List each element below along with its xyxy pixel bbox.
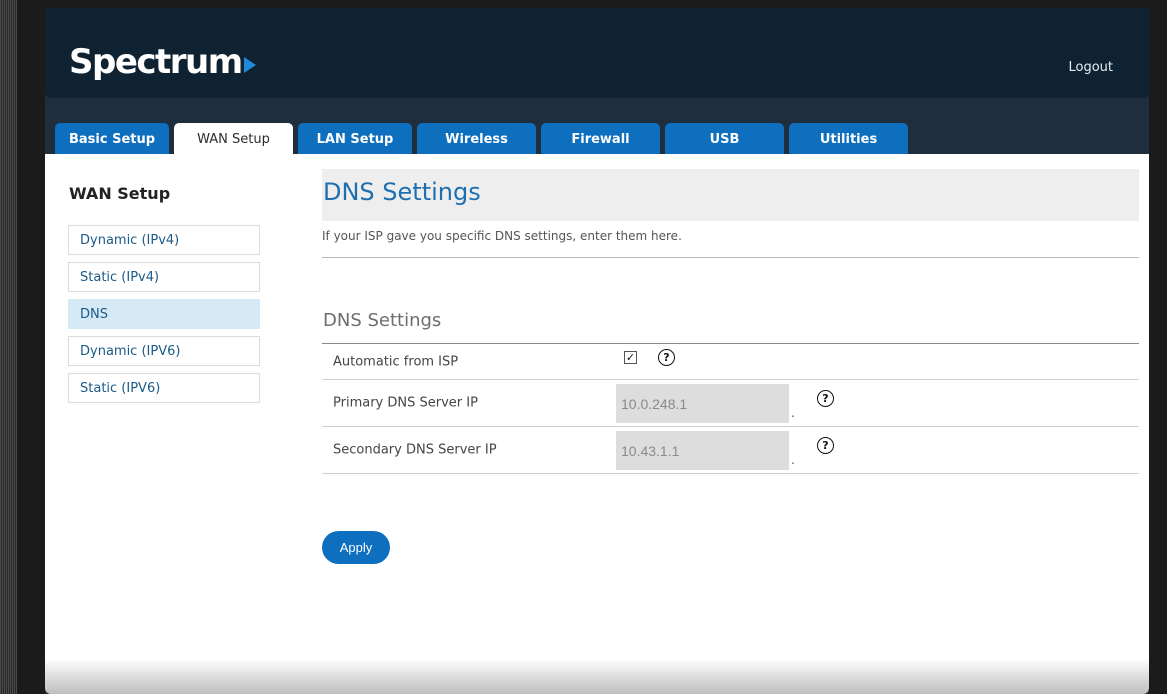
sidebar-nav: Dynamic (IPv4) Static (IPv4) DNS Dynamic…: [68, 225, 260, 410]
help-icon[interactable]: ?: [817, 437, 834, 454]
secondary-dns-input[interactable]: [616, 431, 789, 470]
window-edge: [0, 0, 17, 694]
secondary-dns-separator: .: [791, 453, 795, 467]
sidebar-item-dynamic-ipv4[interactable]: Dynamic (IPv4): [68, 225, 260, 255]
primary-dns-label: Primary DNS Server IP: [333, 395, 478, 411]
footer-bar: [45, 659, 1149, 694]
primary-dns-row: Primary DNS Server IP . ?: [322, 380, 1139, 427]
tab-firewall[interactable]: Firewall: [541, 123, 660, 155]
sidebar-item-dns[interactable]: DNS: [68, 299, 260, 329]
main-tabs: Basic Setup WAN Setup LAN Setup Wireless…: [55, 123, 908, 156]
section-title: DNS Settings: [323, 310, 442, 331]
tab-wireless[interactable]: Wireless: [417, 123, 536, 155]
help-icon[interactable]: ?: [817, 390, 834, 407]
logo-text: Spectrum: [69, 42, 243, 82]
logout-link[interactable]: Logout: [1068, 60, 1113, 75]
automatic-from-isp-row: Automatic from ISP ✓ ?: [322, 344, 1139, 380]
automatic-from-isp-label: Automatic from ISP: [333, 354, 459, 369]
logo-arrow-icon: [243, 57, 256, 73]
sidebar-title: WAN Setup: [69, 184, 171, 203]
page-title: DNS Settings: [323, 178, 481, 206]
header-bar: Spectrum Logout: [45, 8, 1149, 98]
tab-lan-setup[interactable]: LAN Setup: [298, 123, 412, 155]
divider: [322, 257, 1139, 258]
secondary-dns-label: Secondary DNS Server IP: [333, 442, 497, 458]
page-title-bar: DNS Settings: [322, 169, 1139, 221]
automatic-from-isp-checkbox[interactable]: ✓: [624, 351, 637, 364]
tab-wan-setup[interactable]: WAN Setup: [174, 123, 293, 156]
apply-button[interactable]: Apply: [322, 531, 390, 564]
secondary-dns-row: Secondary DNS Server IP . ?: [322, 427, 1139, 474]
content-panel: WAN Setup Dynamic (IPv4) Static (IPv4) D…: [45, 154, 1149, 659]
dns-settings-form: Automatic from ISP ✓ ? Primary DNS Serve…: [322, 343, 1139, 474]
spectrum-logo: Spectrum: [69, 42, 256, 82]
sidebar-item-dynamic-ipv6[interactable]: Dynamic (IPV6): [68, 336, 260, 366]
help-icon[interactable]: ?: [658, 349, 675, 366]
primary-dns-input[interactable]: [616, 384, 789, 423]
primary-dns-separator: .: [791, 406, 795, 420]
page-description: If your ISP gave you specific DNS settin…: [322, 229, 682, 243]
tab-utilities[interactable]: Utilities: [789, 123, 908, 155]
router-admin-page: Spectrum Logout Basic Setup WAN Setup LA…: [45, 8, 1149, 694]
sidebar-item-static-ipv4[interactable]: Static (IPv4): [68, 262, 260, 292]
tab-usb[interactable]: USB: [665, 123, 784, 155]
sidebar-item-static-ipv6[interactable]: Static (IPV6): [68, 373, 260, 403]
tab-basic-setup[interactable]: Basic Setup: [55, 123, 169, 155]
